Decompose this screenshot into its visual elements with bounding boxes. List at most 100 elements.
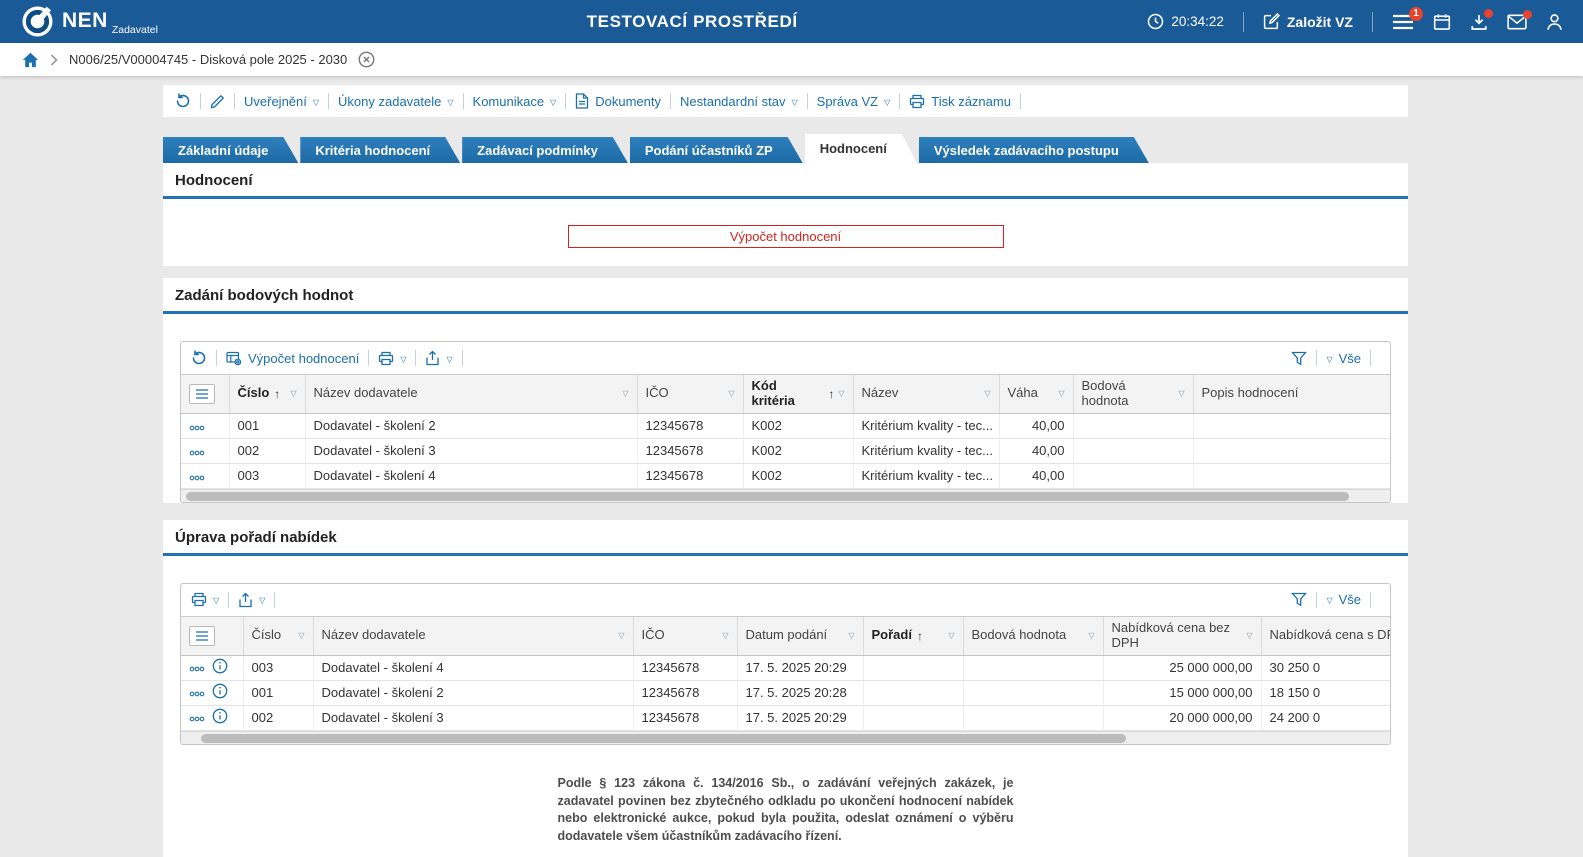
row-menu-button[interactable] [189, 660, 205, 675]
col-header-cena-s-dph[interactable]: Nabídková cena s DP [1261, 617, 1390, 655]
printer-icon [909, 94, 925, 109]
filter-icon[interactable]: ▽ [286, 389, 296, 398]
col-header-datum-podani[interactable]: Datum podání▽ [737, 617, 863, 655]
tab-vysledek-postupu[interactable]: Výsledek zadávacího postupu [919, 137, 1149, 163]
table-row[interactable]: 001 Dodavatel - školení 2 12345678 17. 5… [181, 680, 1390, 705]
grid-print-button[interactable]: ▽ [378, 351, 406, 366]
tab-kriteria-hodnoceni[interactable]: Kritéria hodnocení [300, 137, 460, 163]
cell-dodavatel: Dodavatel - školení 2 [305, 413, 637, 438]
scrollbar-thumb[interactable] [201, 734, 1126, 743]
filter-icon[interactable]: ▽ [1054, 389, 1064, 398]
col-header-cislo[interactable]: Číslo↑▽ [229, 375, 305, 413]
table-row[interactable]: 001 Dodavatel - školení 2 12345678 K002 … [181, 413, 1390, 438]
cell-kod: K002 [743, 438, 853, 463]
row-menu-button[interactable] [189, 419, 205, 434]
grid-export-button[interactable]: ▽ [425, 350, 452, 366]
profile-button[interactable] [1546, 13, 1563, 31]
row-menu-button[interactable] [189, 469, 205, 484]
col-header-bodova-hodnota[interactable]: Bodová hodnota▽ [963, 617, 1103, 655]
filter-icon[interactable]: ▽ [844, 631, 854, 640]
col-header-popis[interactable]: Popis hodnocení [1193, 375, 1390, 413]
col-header-ico[interactable]: IČO▽ [633, 617, 737, 655]
menu-uverejneni[interactable]: Uveřejnění▽ [244, 94, 319, 109]
menu-komunikace[interactable]: Komunikace▽ [473, 94, 557, 109]
table-row[interactable]: 002 Dodavatel - školení 3 12345678 17. 5… [181, 705, 1390, 730]
grid-columns-button[interactable] [189, 626, 215, 646]
brand-name: NEN [62, 10, 108, 31]
divider [1020, 93, 1021, 109]
menu-dokumenty[interactable]: Dokumenty [575, 93, 661, 109]
filter-icon[interactable]: ▽ [1084, 631, 1094, 640]
vse-label: Vše [1339, 592, 1361, 607]
tab-zakladni-udaje[interactable]: Základní údaje [163, 137, 298, 163]
grid-print-button[interactable]: ▽ [191, 592, 219, 607]
row-menu-button[interactable] [189, 685, 205, 700]
col-header-ico[interactable]: IČO ▽ [637, 375, 743, 413]
row-info-button[interactable] [212, 708, 228, 727]
scrollbar-thumb[interactable] [186, 492, 1349, 501]
cell-cislo: 001 [229, 413, 305, 438]
grid-columns-button[interactable] [189, 384, 215, 404]
filter-icon[interactable]: ▽ [944, 631, 954, 640]
col-header-nazev[interactable]: Název▽ [853, 375, 999, 413]
grid-vypocet-link[interactable]: Výpočet hodnocení [226, 351, 359, 366]
col-label: Popis hodnocení [1202, 386, 1299, 401]
filter-icon[interactable]: ▽ [724, 389, 734, 398]
edit-record-button[interactable] [210, 94, 225, 109]
grid-filter-button[interactable] [1291, 351, 1307, 366]
header-controls: 20:34:22 Založit VZ 1 [1147, 12, 1563, 32]
row-menu-button[interactable] [189, 444, 205, 459]
filter-icon[interactable]: ▽ [718, 631, 728, 640]
create-vz-button[interactable]: Založit VZ [1263, 13, 1353, 30]
col-header-vaha[interactable]: Váha▽ [999, 375, 1073, 413]
filter-icon[interactable]: ▽ [834, 389, 844, 398]
close-record-button[interactable] [358, 51, 375, 68]
main-menu-button[interactable]: 1 [1392, 14, 1414, 30]
grid-vse-button[interactable]: ▽ Vše [1326, 351, 1361, 366]
table-row[interactable]: 003 Dodavatel - školení 4 12345678 17. 5… [181, 655, 1390, 680]
col-header-dodavatel[interactable]: Název dodavatele▽ [305, 375, 637, 413]
info-icon [212, 683, 228, 699]
col-header-cislo[interactable]: Číslo▽ [243, 617, 313, 655]
table-row[interactable]: 002 Dodavatel - školení 3 12345678 K002 … [181, 438, 1390, 463]
table-row[interactable]: 003 Dodavatel - školení 4 12345678 K002 … [181, 463, 1390, 488]
filter-icon[interactable]: ▽ [980, 389, 990, 398]
menu-tisk-zaznamu[interactable]: Tisk záznamu [909, 94, 1011, 109]
filter-icon[interactable]: ▽ [1242, 631, 1252, 640]
vypocet-hodnoceni-button[interactable]: Výpočet hodnocení [568, 225, 1004, 248]
grid-export-button[interactable]: ▽ [238, 592, 265, 608]
menu-nestandardni-stav[interactable]: Nestandardní stav▽ [680, 94, 798, 109]
grid-vse-button[interactable]: ▽ Vše [1326, 592, 1361, 607]
row-menu-button[interactable] [189, 710, 205, 725]
menu-ukony-zadavatele[interactable]: Úkony zadavatele▽ [338, 94, 454, 109]
col-header-poradi[interactable]: Pořadí↑▽ [863, 617, 963, 655]
filter-icon[interactable]: ▽ [618, 389, 628, 398]
row-info-button[interactable] [212, 658, 228, 677]
cell-dodavatel: Dodavatel - školení 3 [313, 705, 633, 730]
filter-icon[interactable]: ▽ [614, 631, 624, 640]
menu-sprava-vz[interactable]: Správa VZ▽ [817, 94, 891, 109]
tab-podani-ucastniku[interactable]: Podání účastníků ZP [630, 137, 803, 163]
grid-filter-button[interactable] [1291, 592, 1307, 607]
messages-button[interactable] [1507, 14, 1527, 30]
refresh-button[interactable] [175, 93, 191, 109]
divider [234, 93, 235, 109]
col-label: IČO [646, 386, 669, 401]
col-header-cena-bez-dph[interactable]: Nabídková cena bez DPH▽ [1103, 617, 1261, 655]
evaluation-section: Hodnocení Výpočet hodnocení [163, 163, 1408, 266]
calendar-button[interactable] [1433, 13, 1451, 31]
ellipsis-icon [189, 666, 205, 672]
filter-icon[interactable]: ▽ [1174, 389, 1184, 398]
home-button[interactable] [22, 52, 39, 68]
row-info-button[interactable] [212, 683, 228, 702]
cell-vaha: 40,00 [999, 413, 1073, 438]
tab-zadavaci-podminky[interactable]: Zadávací podmínky [462, 137, 628, 163]
col-header-kod-kriteria[interactable]: Kód kritéria↑▽ [743, 375, 853, 413]
downloads-button[interactable] [1470, 13, 1488, 31]
col-header-dodavatel[interactable]: Název dodavatele▽ [313, 617, 633, 655]
nen-logo[interactable]: NEN Zadavatel [22, 6, 237, 37]
grid-refresh-button[interactable] [191, 350, 207, 366]
col-header-bodova-hodnota[interactable]: Bodová hodnota▽ [1073, 375, 1193, 413]
filter-icon[interactable]: ▽ [294, 631, 304, 640]
tab-hodnoceni[interactable]: Hodnocení [805, 134, 917, 163]
